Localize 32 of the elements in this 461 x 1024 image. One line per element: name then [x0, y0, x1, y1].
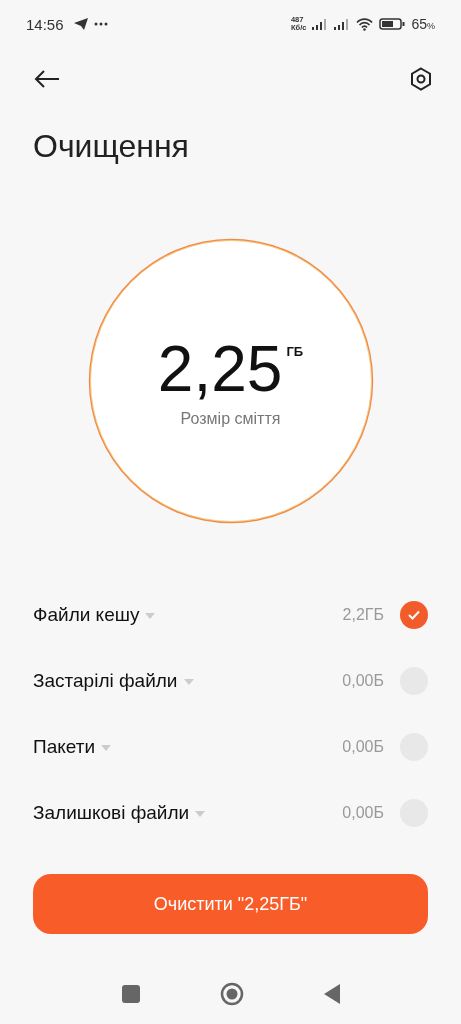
- dropdown-icon[interactable]: [101, 745, 111, 751]
- check-icon: [407, 609, 421, 621]
- category-checkbox[interactable]: [400, 601, 428, 629]
- page-title: Очищення: [33, 128, 190, 166]
- dropdown-icon[interactable]: [145, 613, 156, 619]
- recents-icon[interactable]: [121, 985, 140, 1003]
- signal-icon: [312, 18, 329, 30]
- junk-size-label: Розмір сміття: [180, 410, 281, 428]
- home-icon[interactable]: [219, 982, 244, 1006]
- battery-percent: 65: [411, 16, 427, 32]
- category-size: 0,00Б: [342, 672, 384, 690]
- back-nav-icon[interactable]: [323, 984, 340, 1004]
- category-label[interactable]: Файли кешу: [33, 604, 140, 626]
- category-size: 2,2ГБ: [342, 606, 384, 624]
- percent-sign: %: [427, 21, 435, 31]
- battery-icon: [379, 18, 406, 30]
- wifi-icon: [356, 17, 374, 31]
- paper-plane-icon: [73, 18, 88, 30]
- junk-size-unit: ГБ: [286, 344, 304, 359]
- status-time: 14:56: [26, 15, 64, 33]
- category-label[interactable]: Застарілі файли: [33, 670, 178, 692]
- junk-size-value: 2,25: [157, 334, 283, 404]
- category-label[interactable]: Залишкові файли: [33, 802, 190, 824]
- more-icon: [93, 22, 108, 26]
- category-size: 0,00Б: [342, 738, 384, 756]
- category-size: 0,00Б: [342, 804, 384, 822]
- category-label[interactable]: Пакети: [33, 736, 95, 758]
- dropdown-icon[interactable]: [183, 679, 194, 685]
- dropdown-icon[interactable]: [195, 811, 206, 817]
- signal-icon: [334, 18, 351, 30]
- settings-icon[interactable]: [409, 67, 433, 91]
- back-icon[interactable]: [34, 69, 60, 89]
